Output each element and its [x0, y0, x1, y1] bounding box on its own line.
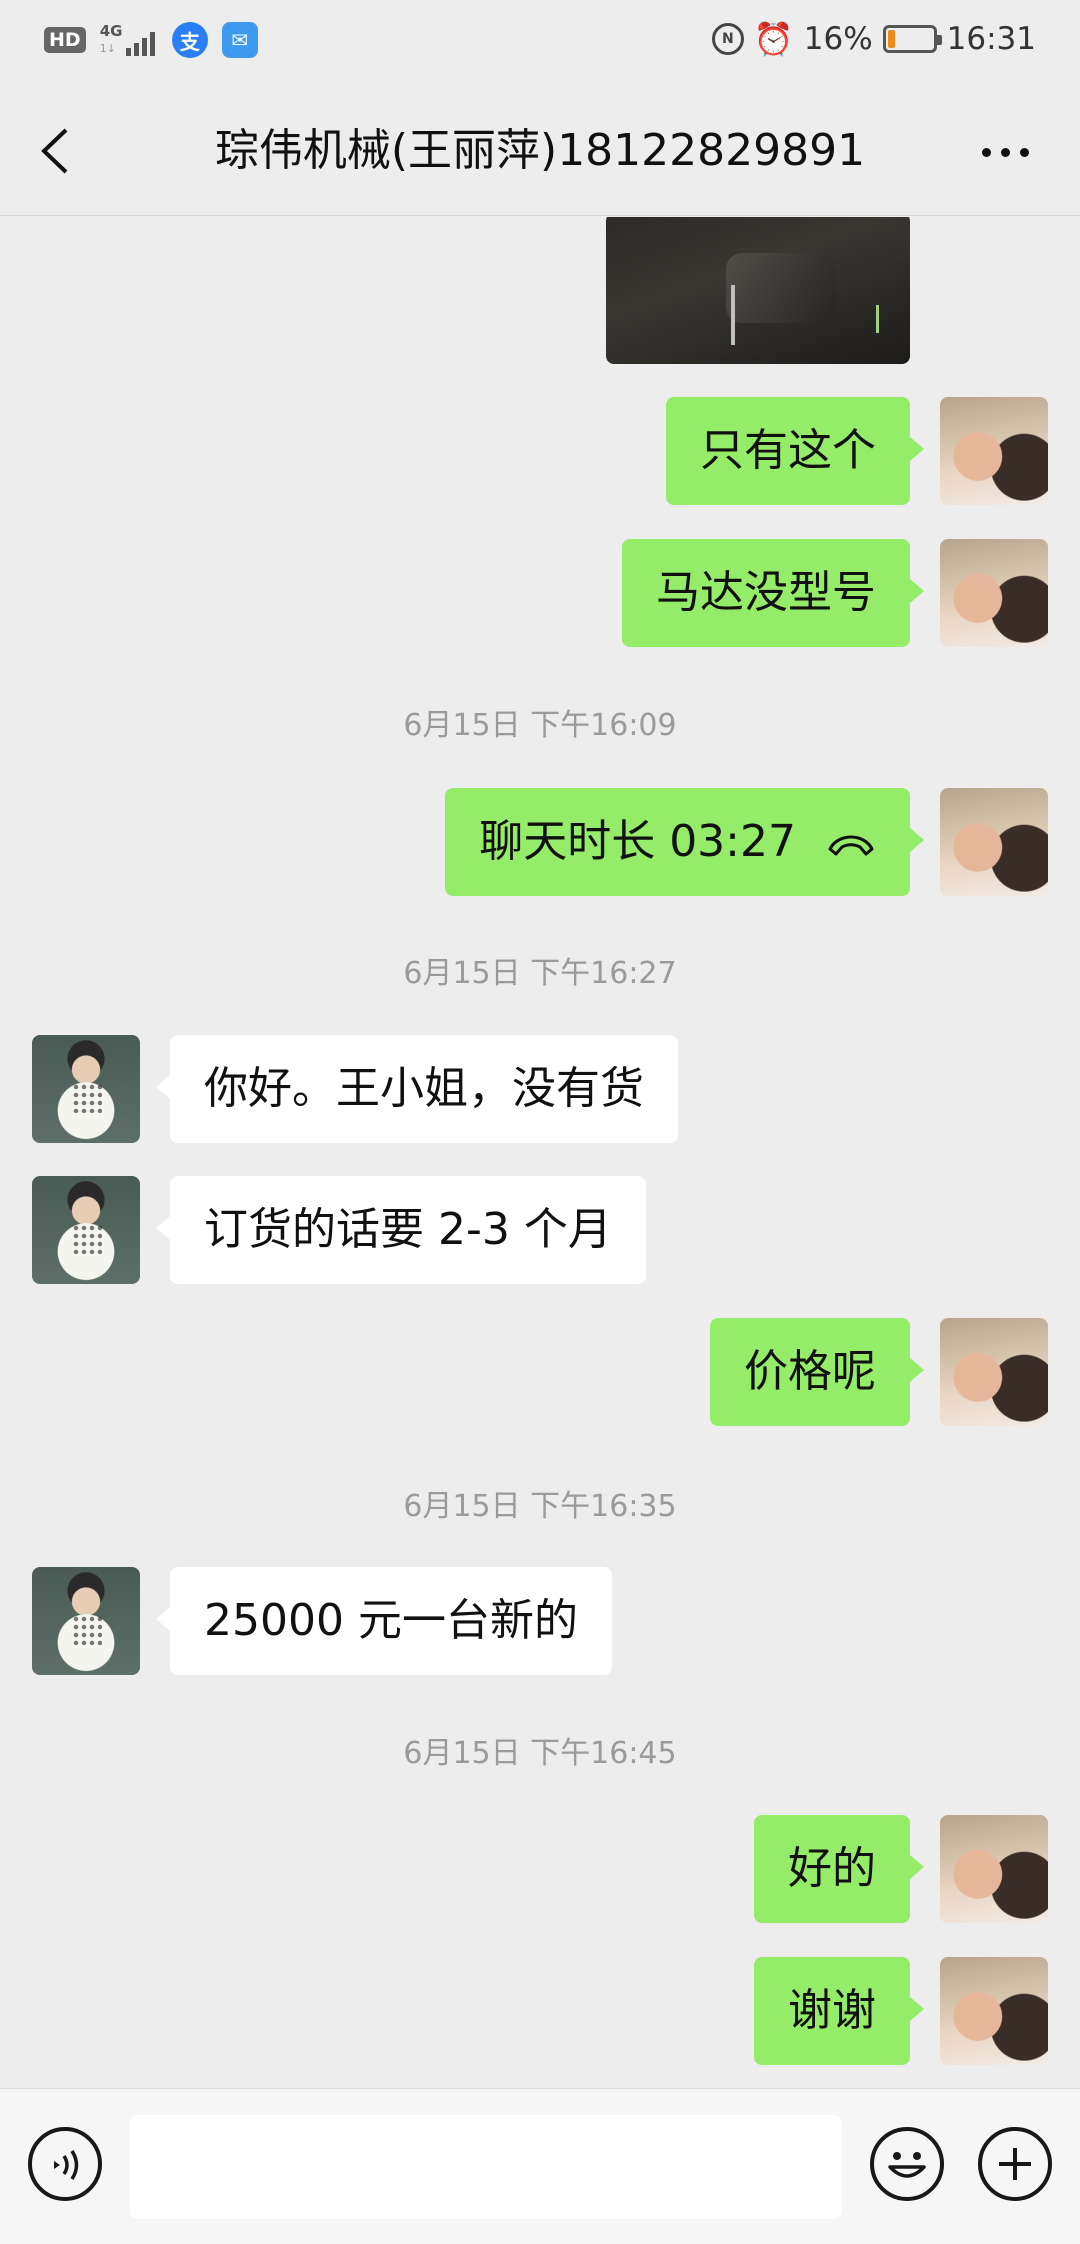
network-sub: 1↓	[99, 42, 116, 55]
input-bar	[0, 2088, 1080, 2244]
nfc-icon: N	[711, 23, 744, 55]
phone-hangup-icon	[828, 835, 874, 856]
timestamp: 6月15日 下午16:09	[403, 708, 677, 743]
chat-screen: HD 4G 1↓ 支 ✉ N ⏰ 16% 16:31 琮伟机械(王丽萍)1812…	[0, 0, 1080, 2244]
timestamp: 6月15日 下午16:35	[403, 1489, 677, 1524]
more-dot-icon	[981, 147, 991, 157]
more-options-button[interactable]	[970, 132, 1040, 172]
my-avatar[interactable]	[940, 1318, 1048, 1426]
smiley-icon	[888, 2152, 926, 2178]
alipay-icon: 支	[171, 22, 208, 58]
my-message-bubble[interactable]: 谢谢	[754, 1957, 924, 2065]
call-record-bubble[interactable]: 聊天时长 03:27	[445, 788, 924, 896]
my-message-bubble[interactable]: 马达没型号	[622, 539, 924, 647]
status-right: N ⏰ 16% 16:31	[711, 20, 1036, 58]
battery-percent: 16%	[803, 21, 873, 57]
my-avatar[interactable]	[940, 539, 1048, 647]
alarm-icon: ⏰	[753, 20, 794, 58]
my-message-bubble[interactable]: 好的	[754, 1815, 924, 1923]
emoji-button[interactable]	[870, 2127, 944, 2201]
chat-title: 琮伟机械(王丽萍)18122829891	[214, 125, 866, 176]
message-input[interactable]	[130, 2115, 842, 2219]
network-type: 4G	[99, 22, 123, 40]
contact-avatar[interactable]	[32, 1567, 140, 1675]
status-left: HD 4G 1↓ 支 ✉	[44, 22, 258, 58]
hd-badge: HD	[44, 27, 86, 53]
signal-icon: 4G 1↓	[100, 22, 158, 58]
voice-input-button[interactable]	[28, 2127, 102, 2201]
my-avatar[interactable]	[940, 1815, 1048, 1923]
clock: 16:31	[946, 21, 1036, 57]
more-dot-icon	[1019, 147, 1029, 157]
status-bar: HD 4G 1↓ 支 ✉ N ⏰ 16% 16:31	[0, 0, 1080, 86]
mail-icon: ✉	[221, 22, 258, 58]
timestamp: 6月15日 下午16:45	[403, 1736, 677, 1771]
message-list[interactable]: 只有这个 马达没型号 6月15日 下午16:09 聊天时长 03:27 6月15…	[0, 217, 1080, 2088]
my-message-bubble[interactable]: 价格呢	[710, 1318, 924, 1426]
more-actions-button[interactable]	[978, 2127, 1052, 2201]
voice-icon	[54, 2150, 79, 2180]
contact-avatar[interactable]	[32, 1035, 140, 1143]
image-message[interactable]	[606, 217, 910, 364]
timestamp: 6月15日 下午16:27	[403, 956, 677, 991]
my-avatar[interactable]	[940, 397, 1048, 505]
my-avatar[interactable]	[940, 1957, 1048, 2065]
contact-message-bubble[interactable]: 你好。王小姐，没有货	[156, 1035, 678, 1143]
contact-message-bubble[interactable]: 订货的话要 2-3 个月	[156, 1176, 646, 1284]
my-avatar[interactable]	[940, 788, 1048, 896]
chat-header: 琮伟机械(王丽萍)18122829891	[0, 86, 1080, 216]
call-duration-text: 聊天时长 03:27	[479, 816, 796, 867]
back-button[interactable]	[26, 122, 84, 180]
contact-avatar[interactable]	[32, 1176, 140, 1284]
contact-message-bubble[interactable]: 25000 元一台新的	[156, 1567, 612, 1675]
my-message-bubble[interactable]: 只有这个	[666, 397, 924, 505]
battery-icon	[882, 25, 942, 53]
more-dot-icon	[1000, 147, 1010, 157]
chevron-left-icon	[41, 128, 68, 174]
